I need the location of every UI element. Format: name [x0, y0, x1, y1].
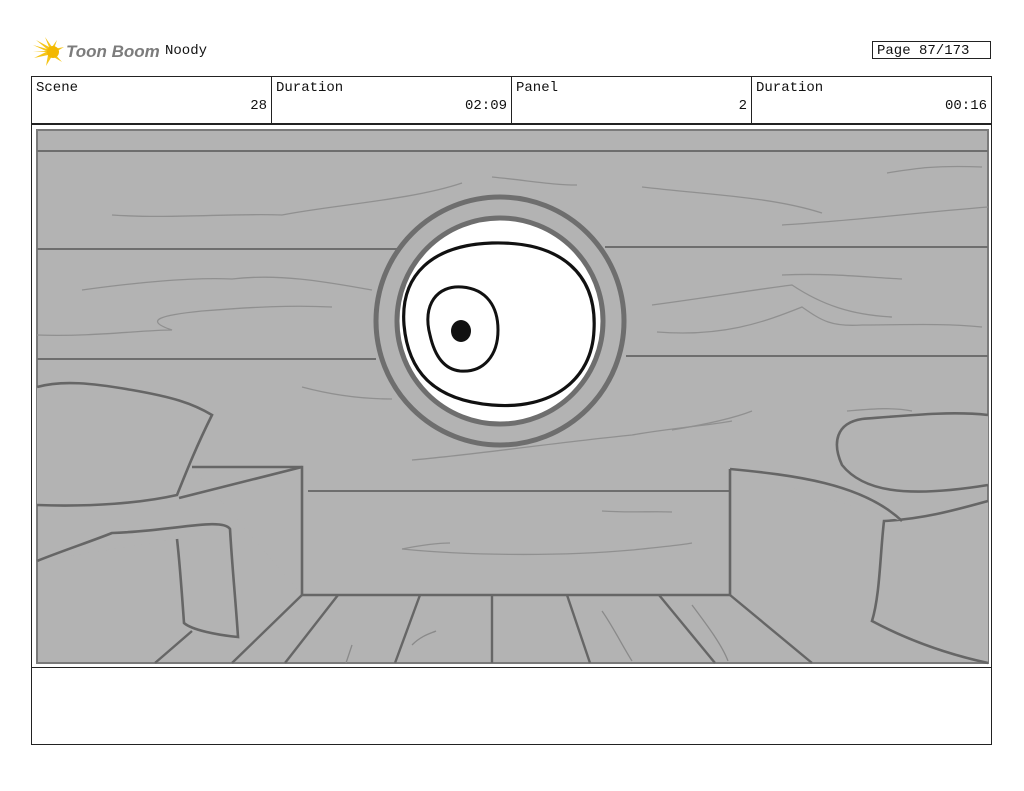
porthole: [373, 194, 627, 448]
scene-duration-label: Duration: [276, 80, 344, 96]
storyboard-panel: [31, 124, 992, 668]
toon-boom-logo: Toon Boom: [32, 36, 160, 68]
scene-cell: Scene 28: [32, 77, 272, 123]
panel-value: 2: [738, 98, 747, 114]
scene-duration-value: 02:09: [464, 98, 507, 114]
panel-notes-area: [31, 667, 992, 745]
storyboard-page: Toon Boom Noody Page 87/173 Scene 28 Dur…: [0, 0, 1024, 791]
scene-value: 28: [250, 98, 267, 114]
scene-duration-cell: Duration 02:09: [272, 77, 512, 123]
logo-text: Toon Boom: [66, 42, 160, 61]
burst-icon: [33, 37, 64, 66]
panel-cell: Panel 2: [512, 77, 752, 123]
panel-duration-label: Duration: [756, 80, 824, 96]
scene-info-table: Scene 28 Duration 02:09 Panel 2 Duration…: [31, 76, 992, 124]
panel-label: Panel: [516, 80, 559, 96]
panel-duration-cell: Duration 00:16: [752, 77, 991, 123]
panel-duration-value: 00:16: [944, 98, 987, 114]
scene-label: Scene: [36, 80, 79, 96]
project-name: Noody: [165, 43, 208, 59]
page-number: Page 87/173: [872, 41, 991, 59]
panel-drawing: [36, 129, 989, 665]
